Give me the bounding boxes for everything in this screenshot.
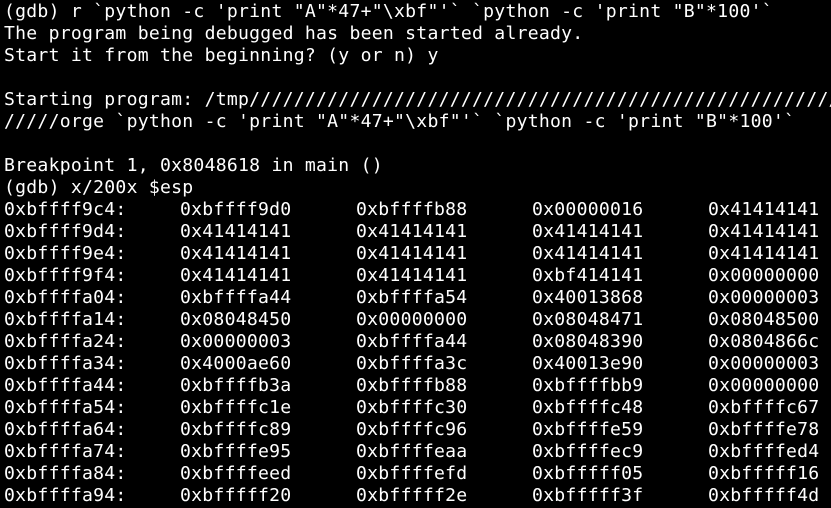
memory-word: 0x40013868 [532,287,644,308]
starting-program-continuation: /////orge `python -c 'print "A"*47+"\xbf… [4,111,796,132]
memory-word: 0xbffffc48 [532,397,644,418]
memory-word: 0xbffffa54 [356,287,468,308]
memory-word: 0xbffff9d0 [180,199,292,220]
memory-address: 0xbffffa74: [4,441,127,462]
memory-word: 0xbfffff16 [708,463,820,484]
gdb-examine-command-line: (gdb) x/200x $esp [4,177,194,198]
memory-word: 0x41414141 [708,243,820,264]
memory-word: 0x41414141 [356,243,468,264]
memory-address: 0xbffffa04: [4,287,127,308]
memory-word: 0xbffffc1e [180,397,292,418]
memory-word: 0xbffffeaa [356,441,468,462]
starting-program-line: Starting program: /tmp//////////////////… [4,89,831,110]
memory-word: 0x0804866c [708,331,820,352]
memory-word: 0x00000003 [180,331,292,352]
memory-dump-row: 0xbffffa44: 0xbffffb3a 0xbffffb88 0xbffffbb… [4,375,831,397]
memory-address: 0xbffffa64: [4,419,127,440]
memory-dump: 0xbffff9c4: 0xbffff9d0 0xbffffb88 0x0000001… [4,199,831,507]
memory-word: 0x41414141 [532,243,644,264]
memory-dump-row: 0xbffffa94: 0xbfffff20 0xbfffff2e 0xbfffff3… [4,485,831,507]
memory-word: 0x08048471 [532,309,644,330]
memory-dump-row: 0xbffffa34: 0x4000ae60 0xbffffa3c 0x40013e9… [4,353,831,375]
memory-word: 0x00000003 [708,287,820,308]
breakpoint-hit-line: Breakpoint 1, 0x8048618 in main () [4,155,383,176]
memory-address: 0xbffffa84: [4,463,127,484]
memory-word: 0xbffffc89 [180,419,292,440]
memory-address: 0xbffffa54: [4,397,127,418]
memory-word: 0xbffffa3c [356,353,468,374]
memory-word: 0xbffffbb9 [532,375,644,396]
memory-word: 0xbffffe59 [532,419,644,440]
memory-word: 0xbffffed4 [708,441,820,462]
memory-address: 0xbffff9c4: [4,199,127,220]
memory-word: 0x00000000 [708,265,820,286]
memory-dump-row: 0xbffff9f4: 0x41414141 0x41414141 0xbf41414… [4,265,831,287]
memory-word: 0x00000000 [356,309,468,330]
memory-word: 0x08048450 [180,309,292,330]
already-started-message: The program being debugged has been star… [4,23,584,44]
memory-word: 0xbfffff3f [532,485,644,506]
memory-word: 0xbfffff20 [180,485,292,506]
memory-address: 0xbffffa24: [4,331,127,352]
memory-word: 0x41414141 [180,243,292,264]
memory-dump-row: 0xbffffa04: 0xbffffa44 0xbffffa54 0x4001386… [4,287,831,309]
memory-dump-row: 0xbffff9e4: 0x41414141 0x41414141 0x4141414… [4,243,831,265]
memory-word: 0x4000ae60 [180,353,292,374]
memory-word: 0x41414141 [356,265,468,286]
memory-word: 0xbfffff05 [532,463,644,484]
memory-word: 0xbffffec9 [532,441,644,462]
memory-word: 0xbffffe95 [180,441,292,462]
memory-word: 0x40013e90 [532,353,644,374]
memory-word: 0xbffffa44 [356,331,468,352]
memory-word: 0xbffffb88 [356,199,468,220]
memory-address: 0xbffff9d4: [4,221,127,242]
memory-dump-row: 0xbffffa74: 0xbffffe95 0xbffffeaa 0xbffffec… [4,441,831,463]
memory-word: 0xbffffc30 [356,397,468,418]
memory-word: 0x00000003 [708,353,820,374]
memory-dump-row: 0xbffffa14: 0x08048450 0x00000000 0x0804847… [4,309,831,331]
memory-word: 0x41414141 [180,265,292,286]
memory-word: 0x08048500 [708,309,820,330]
memory-word: 0x00000016 [532,199,644,220]
memory-address: 0xbffffa34: [4,353,127,374]
memory-word: 0x00000000 [708,375,820,396]
memory-dump-row: 0xbffff9c4: 0xbffff9d0 0xbffffb88 0x0000001… [4,199,831,221]
memory-dump-row: 0xbffffa24: 0x00000003 0xbffffa44 0x0804839… [4,331,831,353]
memory-address: 0xbffff9f4: [4,265,127,286]
memory-dump-row: 0xbffff9d4: 0x41414141 0x41414141 0x4141414… [4,221,831,243]
memory-dump-row: 0xbffffa64: 0xbffffc89 0xbffffc96 0xbffffe5… [4,419,831,441]
memory-dump-row: 0xbffffa84: 0xbffffeed 0xbffffefd 0xbfffff0… [4,463,831,485]
memory-word: 0xbffffc67 [708,397,820,418]
memory-word: 0xbffffb88 [356,375,468,396]
memory-address: 0xbffffa44: [4,375,127,396]
memory-word: 0x41414141 [180,221,292,242]
memory-word: 0x41414141 [532,221,644,242]
restart-prompt-line: Start it from the beginning? (y or n) y [4,45,439,66]
memory-address: 0xbffffa94: [4,485,127,506]
memory-word: 0x41414141 [708,199,820,220]
memory-word: 0x08048390 [532,331,644,352]
memory-word: 0xbfffff2e [356,485,468,506]
memory-word: 0xbffffefd [356,463,468,484]
memory-word: 0xbfffff4d [708,485,820,506]
memory-address: 0xbffffa14: [4,309,127,330]
memory-word: 0xbffffeed [180,463,292,484]
terminal-output[interactable]: (gdb) r `python -c 'print "A"*47+"\xbf"'… [4,1,831,508]
memory-word: 0xbffffc96 [356,419,468,440]
memory-word: 0xbffffb3a [180,375,292,396]
memory-word: 0x41414141 [708,221,820,242]
memory-word: 0xbffffa44 [180,287,292,308]
memory-word: 0xbffffe78 [708,419,820,440]
memory-address: 0xbffff9e4: [4,243,127,264]
memory-dump-row: 0xbffffa54: 0xbffffc1e 0xbffffc30 0xbffffc4… [4,397,831,419]
memory-word: 0x41414141 [356,221,468,242]
memory-word: 0xbf414141 [532,265,644,286]
gdb-run-command-line: (gdb) r `python -c 'print "A"*47+"\xbf"'… [4,1,773,22]
